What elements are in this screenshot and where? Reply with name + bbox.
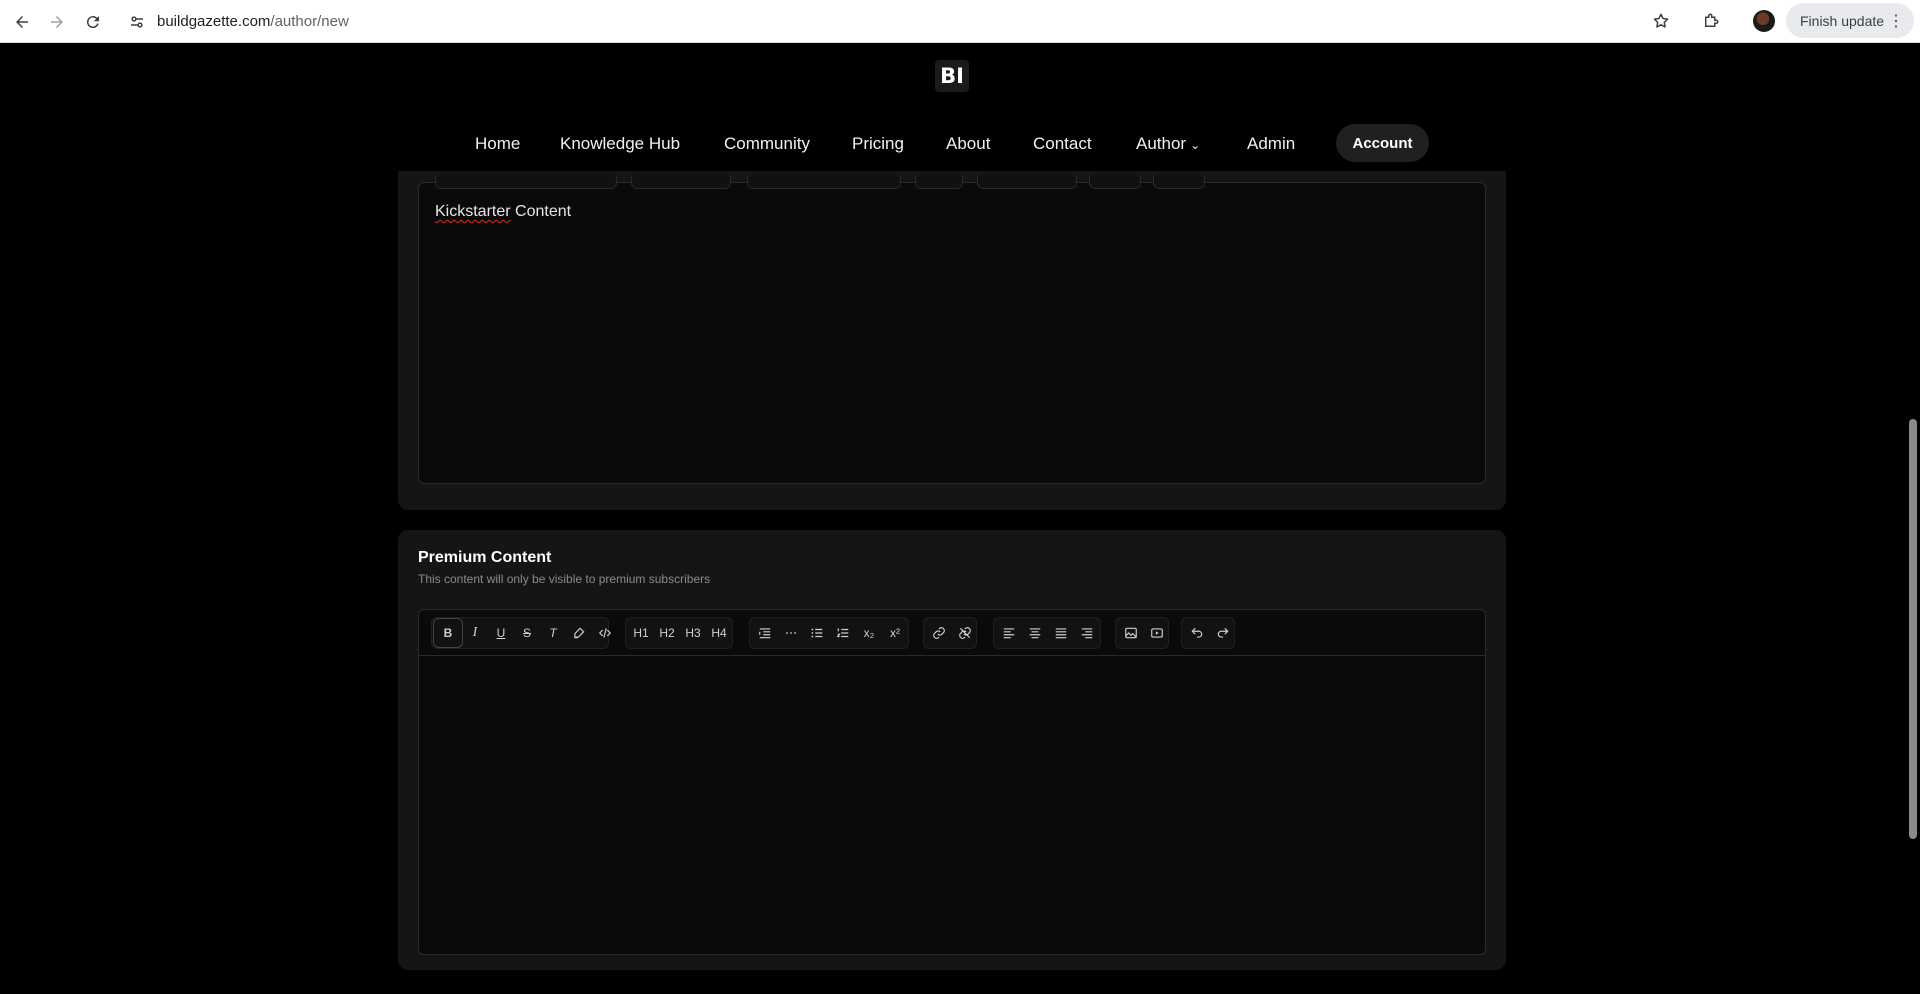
chevron-down-icon: ⌄ xyxy=(1190,137,1201,152)
editor-content-text[interactable]: Kickstarter Content xyxy=(435,203,571,221)
premium-editor-toolbar: B I U S T H1 H2 H3 H4 x₂ x² xyxy=(419,610,1485,656)
browser-toolbar: buildgazette.com/author/new Finish updat… xyxy=(0,0,1920,43)
toolbar-fragment xyxy=(1089,175,1141,189)
highlight-pen-icon[interactable] xyxy=(567,621,591,645)
more-vert-icon: ⋮ xyxy=(1888,13,1904,30)
reload-button[interactable] xyxy=(79,8,107,36)
bookmark-star-icon[interactable] xyxy=(1646,6,1676,36)
content-editor[interactable]: Kickstarter Content xyxy=(418,175,1486,484)
nav-author-label: Author xyxy=(1136,134,1187,153)
nav-about[interactable]: About xyxy=(946,126,990,162)
site-header: BI Home Knowledge Hub Community Pricing … xyxy=(0,44,1920,171)
toolbar-fragment xyxy=(435,175,617,189)
undo-icon[interactable] xyxy=(1185,621,1209,645)
code-icon[interactable] xyxy=(593,621,617,645)
url-path: /author/new xyxy=(270,12,349,30)
finish-update-button[interactable]: Finish update ⋮ xyxy=(1786,3,1914,38)
underline-button[interactable]: U xyxy=(489,621,513,645)
toolbar-fragment xyxy=(977,175,1077,189)
italic-button[interactable]: I xyxy=(463,621,487,645)
superscript-button[interactable]: x² xyxy=(883,621,907,645)
nav-contact[interactable]: Contact xyxy=(1033,126,1092,162)
insert-image-icon[interactable] xyxy=(1119,621,1143,645)
link-icon[interactable] xyxy=(927,621,951,645)
premium-content-card: Premium Content This content will only b… xyxy=(398,530,1506,970)
toolbar-fragment xyxy=(915,175,963,189)
content-word: Content xyxy=(510,203,572,220)
page: Kickstarter Content Premium Content This… xyxy=(0,44,1920,994)
heading-1-button[interactable]: H1 xyxy=(629,621,653,645)
unlink-icon[interactable] xyxy=(953,621,977,645)
finish-update-label: Finish update xyxy=(1800,12,1885,29)
toolbar-fragment xyxy=(1153,175,1205,189)
strikethrough-button[interactable]: S xyxy=(515,621,539,645)
premium-content-title: Premium Content xyxy=(418,549,552,566)
extensions-puzzle-icon[interactable] xyxy=(1696,6,1726,36)
toolbar-fragment xyxy=(747,175,901,189)
blockquote-icon[interactable] xyxy=(753,621,777,645)
site-logo[interactable]: BI xyxy=(935,60,969,92)
url-domain: buildgazette.com xyxy=(157,12,271,30)
subscript-button[interactable]: x₂ xyxy=(857,621,881,645)
site-info-icon[interactable] xyxy=(123,8,151,36)
align-left-icon[interactable] xyxy=(997,621,1021,645)
redo-icon[interactable] xyxy=(1211,621,1235,645)
align-right-icon[interactable] xyxy=(1075,621,1099,645)
forward-button[interactable] xyxy=(43,8,71,36)
bullet-list-icon[interactable] xyxy=(805,621,829,645)
nav-author[interactable]: Author ⌄ xyxy=(1136,126,1200,162)
main-nav: Home Knowledge Hub Community Pricing Abo… xyxy=(0,126,1920,162)
align-center-icon[interactable] xyxy=(1023,621,1047,645)
heading-4-button[interactable]: H4 xyxy=(707,621,731,645)
nav-home[interactable]: Home xyxy=(475,126,520,162)
align-justify-icon[interactable] xyxy=(1049,621,1073,645)
nav-knowledge-hub[interactable]: Knowledge Hub xyxy=(560,126,680,162)
account-button[interactable]: Account xyxy=(1336,124,1429,162)
nav-community[interactable]: Community xyxy=(724,126,810,162)
nav-pricing[interactable]: Pricing xyxy=(852,126,904,162)
scrollbar-thumb[interactable] xyxy=(1909,419,1917,839)
premium-content-subtitle: This content will only be visible to pre… xyxy=(418,572,711,586)
back-button[interactable] xyxy=(8,8,36,36)
heading-2-button[interactable]: H2 xyxy=(655,621,679,645)
misspelled-word: Kickstarter xyxy=(435,203,511,220)
forward-arrow-icon xyxy=(51,16,63,28)
clear-format-button[interactable]: T xyxy=(541,621,565,645)
nav-admin[interactable]: Admin xyxy=(1247,126,1295,162)
reload-icon xyxy=(86,16,99,29)
back-arrow-icon xyxy=(16,16,28,28)
premium-content-editor[interactable]: B I U S T H1 H2 H3 H4 x₂ x² xyxy=(418,609,1486,955)
profile-avatar[interactable] xyxy=(1753,10,1775,32)
insert-video-icon[interactable] xyxy=(1145,621,1169,645)
toolbar-fragment xyxy=(631,175,731,189)
address-bar[interactable]: buildgazette.com/author/new xyxy=(157,5,1717,37)
bold-button[interactable]: B xyxy=(433,618,463,648)
heading-3-button[interactable]: H3 xyxy=(681,621,705,645)
ordered-list-icon[interactable] xyxy=(831,621,855,645)
horizontal-rule-icon[interactable] xyxy=(779,621,803,645)
